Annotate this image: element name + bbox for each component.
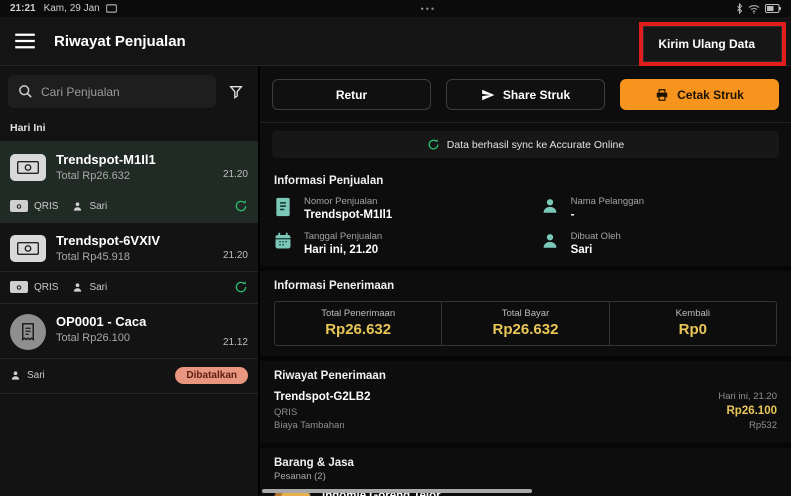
date: Kam, 29 Jan bbox=[43, 3, 100, 14]
sync-success-icon bbox=[234, 199, 248, 213]
wifi-icon bbox=[748, 4, 760, 14]
payment-method-label: QRIS bbox=[34, 281, 59, 293]
filter-icon[interactable] bbox=[224, 80, 248, 104]
transaction-list-item[interactable]: Trendspot-M1Il1 Total Rp26.632 21.20 QRI… bbox=[0, 142, 258, 223]
field-label: Dibuat Oleh bbox=[570, 231, 621, 242]
order-count: Pesanan (2) bbox=[274, 470, 326, 482]
search-input[interactable] bbox=[41, 84, 206, 99]
share-receipt-button[interactable]: Share Struk bbox=[446, 79, 605, 110]
extra-fee-value: Rp532 bbox=[749, 420, 777, 431]
section-title: Barang & Jasa bbox=[274, 456, 354, 469]
total-label: Total Bayar bbox=[501, 308, 550, 319]
cancelled-status-badge: Dibatalkan bbox=[175, 367, 248, 384]
search-icon bbox=[18, 84, 33, 99]
payment-date: Hari ini, 21.20 bbox=[718, 391, 777, 402]
payment-method-label: QRIS bbox=[34, 200, 59, 212]
transaction-time: 21.12 bbox=[222, 337, 248, 348]
section-title: Riwayat Penerimaan bbox=[274, 370, 386, 382]
field-value: Trendspot-M1Il1 bbox=[304, 209, 393, 221]
item-price: Rp15.000 bbox=[726, 490, 777, 496]
person-icon bbox=[541, 232, 561, 250]
print-receipt-button[interactable]: Cetak Struk bbox=[620, 79, 779, 110]
annotation-highlight-box: Kirim Ulang Data bbox=[639, 22, 786, 66]
payment-history-section: Riwayat Penerimaan Trendspot-G2LB2 QRIS … bbox=[260, 361, 791, 448]
print-button-label: Cetak Struk bbox=[677, 87, 744, 102]
transaction-list-item[interactable]: Trendspot-6VXIV Total Rp45.918 21.20 QRI… bbox=[0, 223, 258, 304]
receipt-totals-section: Informasi Penerimaan Total Penerimaan Rp… bbox=[260, 271, 791, 361]
sales-info-section: Informasi Penjualan Nomor Penjualan Tren… bbox=[260, 166, 791, 271]
status-bar: 21:21 Kam, 29 Jan ••• bbox=[0, 0, 791, 17]
total-label: Kembali bbox=[675, 308, 710, 319]
field-label: Nama Pelanggan bbox=[570, 196, 644, 207]
total-value: Rp26.632 bbox=[325, 321, 392, 338]
field-value: Hari ini, 21.20 bbox=[304, 244, 379, 256]
payment-amount: Rp26.100 bbox=[726, 405, 777, 417]
clock: 21:21 bbox=[10, 3, 36, 14]
payment-name: Trendspot-G2LB2 bbox=[274, 391, 371, 403]
cashier-label: Sari bbox=[89, 200, 108, 212]
bluetooth-icon bbox=[736, 3, 743, 14]
transaction-detail-panel: Retur Share Struk Cetak Struk Data berha… bbox=[260, 66, 791, 496]
transaction-time: 21.20 bbox=[222, 250, 248, 261]
transaction-title: OP0001 - Caca bbox=[56, 314, 147, 329]
person-icon bbox=[541, 197, 561, 215]
person-icon bbox=[10, 370, 21, 381]
transaction-total: Total Rp45.918 bbox=[56, 251, 130, 263]
cast-icon bbox=[105, 4, 117, 13]
total-label: Total Penerimaan bbox=[321, 308, 396, 319]
retur-button[interactable]: Retur bbox=[272, 79, 431, 110]
menu-icon[interactable] bbox=[14, 33, 36, 49]
printer-icon bbox=[655, 88, 669, 102]
search-box[interactable] bbox=[8, 75, 216, 108]
transaction-list-item[interactable]: OP0001 - Caca Total Rp26.100 21.12 Sari … bbox=[0, 304, 258, 394]
field-value: - bbox=[570, 209, 575, 221]
person-icon bbox=[72, 201, 83, 212]
receipt-icon bbox=[274, 197, 294, 217]
total-value: Rp0 bbox=[678, 321, 707, 338]
field-label: Tanggal Penjualan bbox=[304, 231, 383, 242]
section-title: Informasi Penjualan bbox=[274, 175, 384, 187]
extra-fee-label: Biaya Tambahan bbox=[274, 419, 345, 431]
sync-status-banner: Data berhasil sync ke Accurate Online bbox=[272, 131, 779, 158]
sync-success-icon bbox=[427, 138, 440, 151]
total-value: Rp26.632 bbox=[492, 321, 559, 338]
transaction-title: Trendspot-M1Il1 bbox=[56, 152, 156, 167]
cashier-label: Sari bbox=[89, 281, 108, 293]
payment-method-icon bbox=[10, 200, 28, 212]
app-header: Riwayat Penjualan Kirim Ulang Data bbox=[0, 17, 791, 66]
notch-dots: ••• bbox=[420, 3, 437, 14]
transaction-title: Trendspot-6VXIV bbox=[56, 233, 161, 248]
transaction-sidebar: Hari Ini Trendspot-M1Il1 Total Rp26.632 … bbox=[0, 66, 260, 496]
receipt-icon bbox=[10, 314, 46, 350]
field-label: Nomor Penjualan bbox=[304, 196, 378, 207]
transaction-time: 21.20 bbox=[222, 169, 248, 180]
payment-method-icon bbox=[10, 281, 28, 293]
share-button-label: Share Struk bbox=[502, 87, 571, 102]
page-title: Riwayat Penjualan bbox=[54, 32, 186, 50]
horizontal-scrollbar[interactable] bbox=[262, 489, 532, 493]
sync-status-text: Data berhasil sync ke Accurate Online bbox=[446, 138, 625, 151]
transaction-total: Total Rp26.632 bbox=[56, 170, 130, 182]
field-value: Sari bbox=[570, 244, 593, 256]
person-icon bbox=[72, 282, 83, 293]
sync-success-icon bbox=[234, 280, 248, 294]
banknote-icon bbox=[10, 154, 46, 181]
cashier-label: Sari bbox=[27, 370, 45, 381]
calendar-icon bbox=[274, 232, 294, 250]
payment-method: QRIS bbox=[274, 407, 298, 418]
payment-history-entry: Trendspot-G2LB2 QRIS Biaya Tambahan Hari… bbox=[274, 391, 777, 433]
send-icon bbox=[481, 88, 495, 102]
day-group-label: Hari Ini bbox=[0, 116, 258, 142]
retur-button-label: Retur bbox=[335, 87, 368, 102]
section-title: Informasi Penerimaan bbox=[274, 280, 395, 292]
banknote-icon bbox=[10, 235, 46, 262]
resend-data-button[interactable]: Kirim Ulang Data bbox=[643, 26, 782, 62]
transaction-total: Total Rp26.100 bbox=[56, 332, 130, 344]
battery-icon bbox=[765, 4, 781, 13]
